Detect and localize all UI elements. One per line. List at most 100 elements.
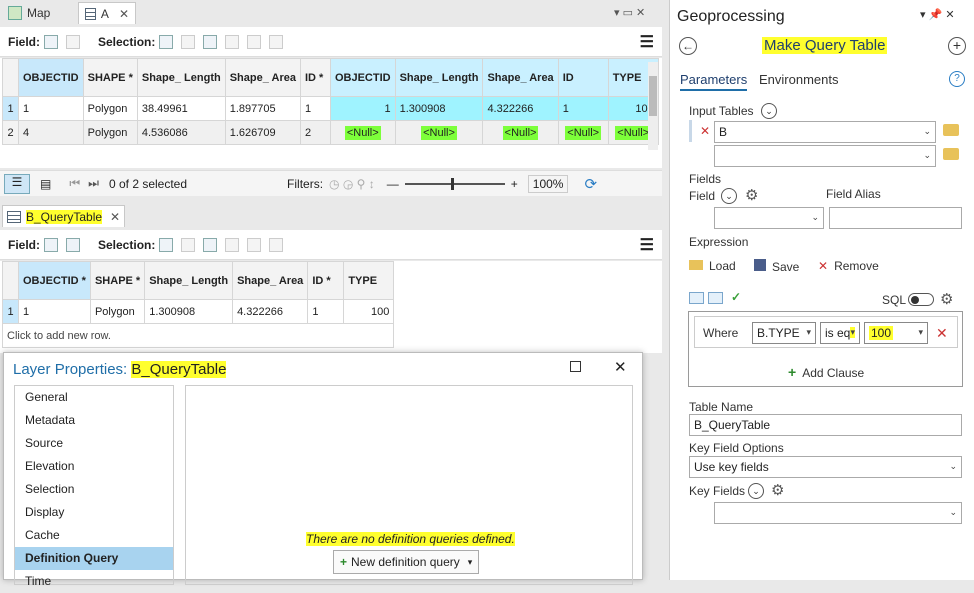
delete-icon[interactable] — [247, 34, 262, 49]
tab-map[interactable]: Map — [2, 2, 76, 24]
tab-a[interactable]: A ✕ — [78, 2, 136, 24]
add-icon[interactable]: + — [948, 37, 966, 55]
refresh-icon[interactable]: ⟳ — [584, 175, 597, 193]
zoom-to-icon[interactable] — [181, 237, 196, 252]
col-header[interactable]: ID * — [307, 261, 345, 300]
calculate-field-icon[interactable] — [66, 34, 80, 49]
folder-icon[interactable] — [943, 148, 959, 160]
chevron-down-icon[interactable]: ⌄ — [748, 483, 764, 499]
col-header[interactable]: ID — [557, 58, 609, 97]
add-field-icon[interactable] — [44, 237, 58, 252]
menu-icon[interactable]: ☰ — [640, 32, 654, 52]
selected-view-icon[interactable]: ▤ — [40, 177, 51, 191]
null-value[interactable]: <Null> — [565, 125, 602, 140]
nav-elevation[interactable]: Elevation — [15, 455, 173, 478]
col-header[interactable]: OBJECTID — [18, 58, 84, 97]
close-icon[interactable]: ✕ — [614, 358, 627, 376]
select-by-attributes-icon[interactable] — [159, 34, 174, 49]
switch-selection-icon[interactable] — [203, 34, 218, 49]
clause-field-select[interactable]: B.TYPE ▾ — [752, 322, 816, 344]
zoom-select[interactable]: 100% — [527, 174, 569, 193]
nav-display[interactable]: Display — [15, 501, 173, 524]
gear-icon[interactable]: ⚙ — [745, 186, 758, 204]
nav-time[interactable]: Time — [15, 570, 173, 593]
gear-icon[interactable]: ⚙ — [940, 290, 953, 308]
switch-selection-icon[interactable] — [203, 237, 218, 252]
null-value[interactable]: <Null> — [615, 125, 652, 140]
new-definition-query-button[interactable]: + New definition query ▾ — [333, 550, 480, 574]
calculate-field-icon[interactable] — [66, 237, 80, 252]
last-record-icon[interactable]: ⏭ — [88, 176, 99, 191]
zoom-in-icon[interactable]: + — [511, 177, 518, 191]
pane-controls[interactable]: ▾ 📌 ✕ — [920, 8, 955, 21]
null-value[interactable]: <Null> — [344, 125, 381, 140]
clear-selection-icon[interactable] — [225, 237, 240, 252]
null-value[interactable]: <Null> — [502, 125, 539, 140]
nav-selection[interactable]: Selection — [15, 478, 173, 501]
gear-icon[interactable]: ⚙ — [771, 481, 784, 499]
nav-cache[interactable]: Cache — [15, 524, 173, 547]
add-row[interactable]: Click to add new row. — [1, 323, 395, 348]
first-record-icon[interactable]: ⏮ — [69, 176, 80, 191]
save-button[interactable]: Save — [754, 259, 799, 274]
col-header[interactable]: Shape_ Length — [394, 58, 484, 97]
maximize-icon[interactable] — [570, 361, 581, 372]
table-row[interactable]: 1 1 Polygon 1.300908 4.322266 1 100 — [2, 299, 395, 324]
nav-definition-query[interactable]: Definition Query — [15, 547, 173, 570]
tab-environments[interactable]: Environments — [759, 72, 838, 87]
clause-value-select[interactable]: 100 ▾ — [864, 322, 928, 344]
col-header[interactable]: Shape_ Area — [232, 261, 309, 300]
table-row[interactable]: 1 1 Polygon 38.49961 1.897705 1 1 1.3009… — [2, 96, 659, 121]
chevron-down-icon[interactable]: ⌄ — [761, 103, 777, 119]
null-value[interactable]: <Null> — [421, 125, 457, 140]
col-header[interactable]: Shape_ Length — [144, 261, 234, 300]
col-header[interactable]: Shape_ Length — [136, 58, 226, 97]
field-select[interactable]: ⌄ — [714, 207, 824, 229]
add-field-icon[interactable] — [44, 34, 58, 49]
help-icon[interactable]: ? — [949, 71, 965, 87]
vertical-scrollbar[interactable] — [648, 62, 658, 150]
col-header[interactable]: TYPE — [343, 261, 395, 300]
load-button[interactable]: Load — [689, 259, 736, 273]
close-icon[interactable]: ✕ — [110, 210, 120, 224]
table-view-icon[interactable]: ☰ — [4, 173, 30, 194]
col-header[interactable]: OBJECTID — [329, 58, 396, 97]
remove-clause-icon[interactable]: ✕ — [936, 325, 948, 342]
zoom-out-icon[interactable]: — — [387, 177, 399, 191]
col-header[interactable]: OBJECTID * — [18, 261, 91, 300]
tab-parameters[interactable]: Parameters — [680, 72, 748, 91]
col-header[interactable]: ID * — [299, 58, 331, 97]
col-header[interactable]: SHAPE * — [89, 261, 146, 300]
nav-metadata[interactable]: Metadata — [15, 409, 173, 432]
col-header[interactable]: Shape_ Area — [482, 58, 559, 97]
col-header[interactable]: Shape_ Area — [224, 58, 301, 97]
remove-button[interactable]: ✕ Remove — [818, 259, 879, 273]
add-clause-button[interactable]: + Add Clause — [788, 364, 864, 380]
col-header[interactable]: SHAPE * — [82, 58, 138, 97]
clause-mode-icon[interactable] — [708, 292, 723, 304]
menu-icon[interactable]: ☰ — [640, 235, 654, 255]
select-by-attributes-icon[interactable] — [159, 237, 174, 252]
input-table-select[interactable]: B ⌄ — [714, 121, 936, 143]
nav-source[interactable]: Source — [15, 432, 173, 455]
remove-icon[interactable]: ✕ — [700, 124, 710, 138]
table-row[interactable]: 2 4 Polygon 4.536086 1.626709 2 <Null> <… — [2, 120, 659, 145]
zoom-to-icon[interactable] — [181, 34, 196, 49]
check-icon[interactable]: ✓ — [731, 290, 741, 304]
copy-icon[interactable] — [269, 34, 284, 49]
clause-operator-select[interactable]: is eq ▾ — [820, 322, 860, 344]
table-name-input[interactable]: B_QueryTable — [689, 414, 962, 436]
zoom-slider[interactable] — [404, 177, 505, 190]
tab-b-querytable[interactable]: B_QueryTable ✕ — [2, 205, 126, 227]
nav-general[interactable]: General — [15, 386, 173, 409]
key-field-options-select[interactable]: Use key fields ⌄ — [689, 456, 962, 478]
sql-toggle[interactable] — [908, 293, 934, 306]
close-icon[interactable]: ✕ — [119, 7, 129, 21]
edit-expression-icon[interactable] — [689, 292, 704, 304]
delete-icon[interactable] — [247, 237, 262, 252]
field-alias-input[interactable] — [829, 207, 962, 229]
copy-icon[interactable] — [269, 237, 284, 252]
input-table-select-empty[interactable]: ⌄ — [714, 145, 936, 167]
filter-icons[interactable]: ◷ ◶ ⚲ ↕ — [329, 177, 375, 191]
back-icon[interactable]: ← — [679, 37, 697, 55]
